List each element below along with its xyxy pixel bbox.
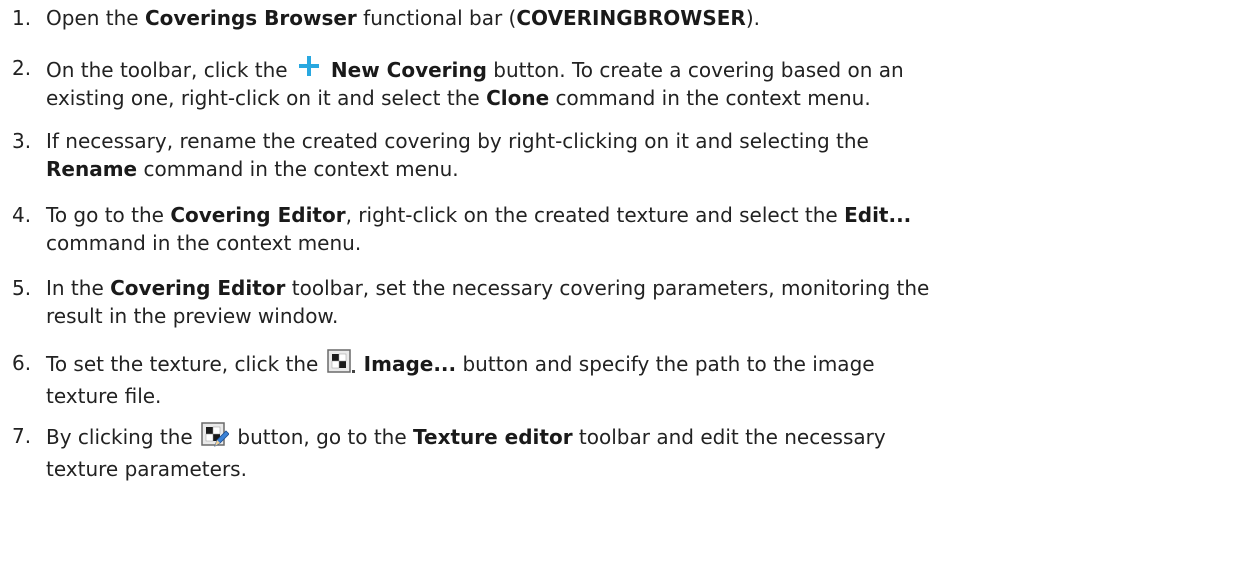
step-line: In the Covering Editor toolbar, set the …: [46, 274, 1257, 302]
step-text: On the toolbar, click the New Covering b…: [46, 54, 1257, 112]
bold-term: Covering Editor: [110, 276, 286, 300]
step-item: 5. In the Covering Editor toolbar, set th…: [12, 274, 1257, 330]
step-item: 1. Open the Coverings Browser functional …: [12, 4, 1257, 32]
step-line: result in the preview window.: [46, 302, 1257, 330]
step-number: 1.: [12, 6, 32, 30]
text-run: If necessary, rename the created coverin…: [46, 129, 869, 153]
step-line: To set the texture, click the Image... b…: [46, 349, 1257, 382]
text-run: command in the context menu.: [549, 86, 871, 110]
bold-term: Image...: [356, 352, 457, 376]
text-run: ).: [745, 6, 760, 30]
step-number: 2.: [12, 56, 32, 80]
step-text: To set the texture, click the Image... b…: [46, 349, 1257, 410]
step-item: 4. To go to the Covering Editor, right-cl…: [12, 201, 1257, 257]
step-line: If necessary, rename the created coverin…: [46, 127, 1257, 155]
bold-term: COVERINGBROWSER: [516, 6, 746, 30]
bold-term: Edit...: [844, 203, 912, 227]
step-line: texture parameters.: [46, 455, 1257, 483]
step-line: By clicking the button, go to the Textur…: [46, 422, 1257, 455]
text-run: In the: [46, 276, 111, 300]
text-run: Open the: [46, 6, 145, 30]
step-number: 7.: [12, 424, 32, 448]
step-line: On the toolbar, click the New Covering b…: [46, 54, 1257, 84]
text-run: texture file.: [46, 384, 162, 408]
text-run: To set the texture, click the: [46, 352, 325, 376]
step-number: 4.: [12, 203, 32, 227]
text-run: button. To create a covering based on an: [486, 58, 904, 82]
step-number: 5.: [12, 276, 32, 300]
text-run: existing one, right-click on it and sele…: [46, 86, 487, 110]
image-texture-icon: [326, 349, 355, 382]
bold-term: Texture editor: [413, 425, 573, 449]
step-item: 3. If necessary, rename the created cover…: [12, 127, 1257, 183]
step-item: 6. To set the texture, click the Image...…: [12, 349, 1257, 410]
bold-term: Clone: [486, 86, 550, 110]
plus-icon: [296, 54, 322, 80]
text-run: toolbar, set the necessary covering para…: [285, 276, 930, 300]
step-text: If necessary, rename the created coverin…: [46, 127, 1257, 183]
text-run: button, go to the: [231, 425, 414, 449]
step-line: existing one, right-click on it and sele…: [46, 84, 1257, 112]
step-line: command in the context menu.: [46, 229, 1257, 257]
text-run: button and specify the path to the image: [456, 352, 875, 376]
bold-term: New Covering: [323, 58, 487, 82]
step-item: 2. On the toolbar, click the New Covering…: [12, 54, 1257, 112]
step-text: Open the Coverings Browser functional ba…: [46, 4, 1257, 32]
step-text: In the Covering Editor toolbar, set the …: [46, 274, 1257, 330]
step-item: 7. By clicking the button, go to the Text…: [12, 422, 1257, 483]
step-line: Open the Coverings Browser functional ba…: [46, 4, 1257, 32]
text-run: texture parameters.: [46, 457, 247, 481]
text-run: , right-click on the created texture and…: [345, 203, 845, 227]
bold-term: Rename: [46, 157, 138, 181]
text-run: command in the context menu.: [137, 157, 459, 181]
text-run: On the toolbar, click the: [46, 58, 294, 82]
text-run: toolbar and edit the necessary: [572, 425, 886, 449]
step-text: By clicking the button, go to the Textur…: [46, 422, 1257, 483]
text-run: command in the context menu.: [46, 231, 362, 255]
edit-texture-icon: [201, 422, 230, 455]
step-text: To go to the Covering Editor, right-clic…: [46, 201, 1257, 257]
step-number: 6.: [12, 351, 32, 375]
step-line: Rename command in the context menu.: [46, 155, 1257, 183]
text-run: result in the preview window.: [46, 304, 339, 328]
step-line: To go to the Covering Editor, right-clic…: [46, 201, 1257, 229]
step-line: texture file.: [46, 382, 1257, 410]
bold-term: Covering Editor: [170, 203, 346, 227]
text-run: To go to the: [46, 203, 171, 227]
step-number: 3.: [12, 129, 32, 153]
text-run: By clicking the: [46, 425, 200, 449]
text-run: functional bar (: [356, 6, 517, 30]
bold-term: Coverings Browser: [144, 6, 357, 30]
